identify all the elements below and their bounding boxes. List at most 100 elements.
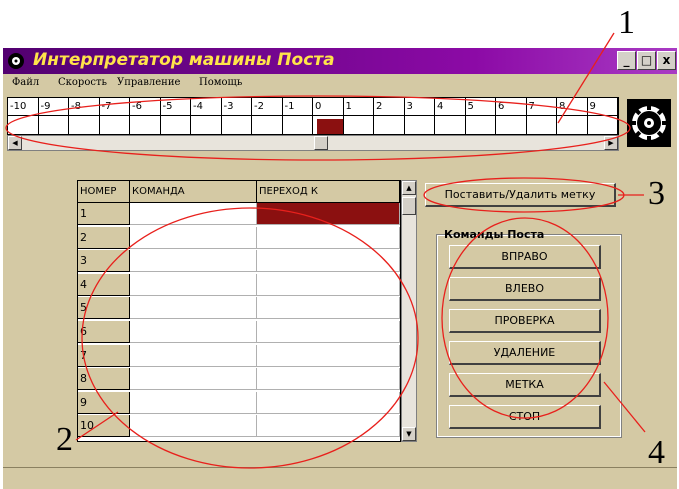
header-command: КОМАНДА <box>130 181 257 203</box>
tape-cell[interactable]: -10 <box>8 98 39 134</box>
header-jump: ПЕРЕХОД К <box>257 181 400 203</box>
scroll-up-arrow-icon[interactable]: ▲ <box>402 181 416 195</box>
tape[interactable]: -10 -9 -8 -7 -6 -5 -4 -3 -2 -1 0 1 2 3 4 5 6 7 8 9 <box>7 97 619 135</box>
scroll-thumb[interactable] <box>314 136 328 150</box>
jump-cell[interactable] <box>257 368 400 391</box>
row-number: 3 <box>78 250 130 273</box>
command-cell[interactable] <box>130 391 257 414</box>
program-table: НОМЕР КОМАНДА ПЕРЕХОД К 1 2 3 4 5 6 7 8 9 10 <box>77 180 401 442</box>
tape-cell[interactable]: 0 <box>313 98 344 134</box>
command-cell[interactable] <box>130 203 257 225</box>
tape-cell-number: 5 <box>465 98 495 116</box>
cmd-mark-button[interactable]: МЕТКА <box>449 373 601 397</box>
cmd-left-button[interactable]: ВЛЕВО <box>449 277 601 301</box>
row-number: 1 <box>78 203 130 225</box>
tape-scrollbar[interactable]: ◀ ▶ <box>7 135 619 151</box>
app-gear-icon <box>8 53 24 69</box>
callout-2: 2 <box>56 421 73 458</box>
row-number: 9 <box>78 391 130 414</box>
tape-cell[interactable]: -2 <box>252 98 283 134</box>
tape-cell[interactable]: 8 <box>557 98 588 134</box>
scroll-left-arrow-icon[interactable]: ◀ <box>8 136 22 150</box>
tape-cell[interactable]: -4 <box>191 98 222 134</box>
tape-cell[interactable]: 7 <box>526 98 557 134</box>
tape-cell[interactable]: -6 <box>130 98 161 134</box>
tape-cell-number: -6 <box>130 98 160 116</box>
tape-cell-number: 2 <box>374 98 404 116</box>
jump-cell[interactable] <box>257 273 400 296</box>
set-mark-button[interactable]: Поставить/Удалить метку <box>425 183 616 207</box>
tape-cell[interactable]: -9 <box>38 98 69 134</box>
tape-cell-number: -9 <box>38 98 68 116</box>
jump-cell[interactable] <box>257 391 400 414</box>
tape-cell[interactable]: -5 <box>160 98 191 134</box>
status-bar <box>3 467 677 489</box>
row-number: 8 <box>78 368 130 391</box>
tape-cell-number: 9 <box>587 98 617 116</box>
callout-3: 3 <box>648 175 665 212</box>
cmd-stop-button[interactable]: СТОП <box>449 405 601 429</box>
scroll-down-arrow-icon[interactable]: ▼ <box>402 427 416 441</box>
tape-cell-number: -8 <box>69 98 99 116</box>
command-cell[interactable] <box>130 344 257 367</box>
row-number: 7 <box>78 344 130 367</box>
minimize-button[interactable]: _ <box>617 51 636 70</box>
scroll-right-arrow-icon[interactable]: ▶ <box>604 136 618 150</box>
close-button[interactable]: x <box>657 51 676 70</box>
tape-cell[interactable]: 3 <box>404 98 435 134</box>
command-cell[interactable] <box>130 250 257 273</box>
command-cell[interactable] <box>130 273 257 296</box>
maximize-button[interactable]: □ <box>637 51 656 70</box>
title-bar: Интерпретатор машины Поста _ □ x <box>3 48 677 74</box>
menu-speed[interactable]: Скорость <box>58 77 107 88</box>
tape-cell-number: -2 <box>252 98 282 116</box>
cmd-erase-button[interactable]: УДАЛЕНИЕ <box>449 341 601 365</box>
cmd-right-button[interactable]: ВПРАВО <box>449 245 601 269</box>
menu-bar: Файл Скорость Управление Помощь <box>3 74 677 94</box>
command-cell[interactable] <box>130 415 257 438</box>
table-scrollbar[interactable]: ▲ ▼ <box>401 180 417 442</box>
command-cell[interactable] <box>130 368 257 391</box>
gear-icon <box>629 103 669 143</box>
tape-cell-number: -10 <box>8 98 38 116</box>
tape-cell[interactable]: -1 <box>282 98 313 134</box>
tape-cell-number: 6 <box>496 98 526 116</box>
jump-cell[interactable] <box>257 297 400 320</box>
tape-cell-number: 0 <box>313 98 343 116</box>
jump-cell[interactable] <box>257 344 400 367</box>
row-number: 4 <box>78 273 130 296</box>
tape-cell[interactable]: 1 <box>343 98 374 134</box>
window-title: Интерпретатор машины Поста <box>33 50 335 70</box>
command-cell[interactable] <box>130 297 257 320</box>
tape-cell[interactable]: -7 <box>99 98 130 134</box>
tape-cell-number: 1 <box>343 98 373 116</box>
tape-cell-number: -7 <box>99 98 129 116</box>
table-scroll-thumb[interactable] <box>402 197 416 215</box>
status-gear <box>627 99 671 147</box>
row-number: 6 <box>78 321 130 343</box>
tape-cell[interactable]: 2 <box>374 98 405 134</box>
command-cell[interactable] <box>130 321 257 343</box>
tape-cell[interactable]: 6 <box>496 98 527 134</box>
jump-cell[interactable] <box>257 321 400 343</box>
menu-file[interactable]: Файл <box>12 77 39 88</box>
menu-control[interactable]: Управление <box>117 77 180 88</box>
row-number: 2 <box>78 226 130 249</box>
tape-cell-number: 8 <box>557 98 587 116</box>
commands-title: Команды Поста <box>444 228 545 241</box>
command-cell[interactable] <box>130 226 257 249</box>
tape-cell[interactable]: 5 <box>465 98 496 134</box>
tape-cell[interactable]: 4 <box>435 98 466 134</box>
tape-cell-number: -5 <box>160 98 190 116</box>
jump-cell[interactable] <box>257 203 400 225</box>
tape-cell[interactable]: 9 <box>587 98 618 134</box>
jump-cell[interactable] <box>257 226 400 249</box>
tape-cell[interactable]: -8 <box>69 98 100 134</box>
jump-cell[interactable] <box>257 415 400 438</box>
tape-mark <box>317 119 343 134</box>
tape-cell[interactable]: -3 <box>221 98 252 134</box>
menu-help[interactable]: Помощь <box>199 77 242 88</box>
cmd-check-button[interactable]: ПРОВЕРКА <box>449 309 601 333</box>
jump-cell[interactable] <box>257 250 400 273</box>
callout-4: 4 <box>648 434 665 471</box>
